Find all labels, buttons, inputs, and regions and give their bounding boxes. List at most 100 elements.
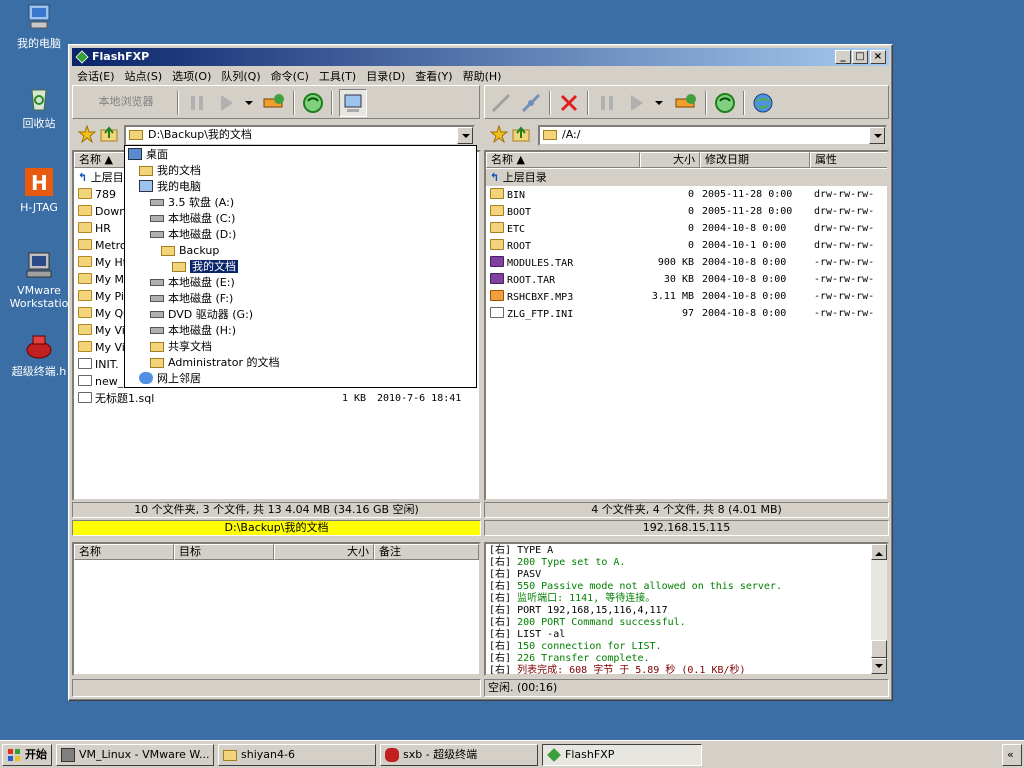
task-shiyan[interactable]: shiyan4-6 <box>218 744 376 766</box>
list-item-up[interactable]: ↰ 上层目录 <box>486 169 887 186</box>
table-row[interactable]: ETC 0 2004-10-8 0:00 drw-rw-rw- <box>486 220 887 237</box>
task-hyperterminal[interactable]: sxb - 超级终端 <box>380 744 538 766</box>
list-item[interactable]: My Ht <box>78 254 127 271</box>
dropdown-item[interactable]: Backup <box>161 243 219 259</box>
dropdown-item[interactable]: 本地磁盘 (D:) <box>150 227 236 243</box>
favorites-star-icon[interactable] <box>489 124 509 144</box>
table-row[interactable]: ROOT 0 2004-10-1 0:00 drw-rw-rw- <box>486 237 887 254</box>
title-bar[interactable]: FlashFXP _ □ × <box>72 48 889 66</box>
desktop-icon-hjtag[interactable]: H H-JTAG <box>4 166 74 214</box>
chevron-down-icon[interactable] <box>869 127 885 144</box>
menu-tools[interactable]: 工具(T) <box>314 66 361 86</box>
log-panel[interactable]: [右] TYPE A [右] 200 Type set to A. [右] PASV… <box>484 542 889 676</box>
dropdown-item[interactable]: 我的电脑 <box>139 179 201 195</box>
right-path-combo[interactable]: /A:/ <box>538 125 887 146</box>
plug-icon[interactable] <box>519 91 543 115</box>
dropdown-item[interactable]: 本地磁盘 (F:) <box>150 291 233 307</box>
list-item[interactable]: Downl <box>78 203 129 220</box>
chevron-down-icon[interactable] <box>457 127 473 144</box>
refresh-icon[interactable] <box>301 91 325 115</box>
dropdown-item[interactable]: Administrator 的文档 <box>150 355 279 371</box>
column-header-name[interactable]: 名称 ▲ <box>486 152 640 168</box>
maximize-button[interactable]: □ <box>852 50 868 64</box>
task-vmware[interactable]: VM_Linux - VMware W... <box>56 744 214 766</box>
pause-icon[interactable] <box>185 91 209 115</box>
log-scrollbar[interactable] <box>871 544 887 674</box>
desktop-icon-hyperterminal[interactable]: 超级终端.h <box>4 330 74 378</box>
menu-view[interactable]: 查看(Y) <box>410 66 457 86</box>
left-path-combo[interactable]: D:\Backup\我的文档 <box>124 125 475 146</box>
list-item[interactable]: My Vi <box>78 322 125 339</box>
menu-queue[interactable]: 队列(Q) <box>216 66 265 86</box>
column-header-attr[interactable]: 属性 <box>810 152 887 168</box>
table-row[interactable]: RSHCBXF.MP3 3.11 MB 2004-10-8 0:00 -rw-rw-r… <box>486 288 887 305</box>
dropdown-item[interactable]: 桌面 <box>128 147 168 163</box>
dropdown-item[interactable]: 3.5 软盘 (A:) <box>150 195 234 211</box>
list-item-up[interactable]: ↰ 上层目 <box>78 169 124 186</box>
tray-expand-button[interactable]: « <box>1002 744 1022 766</box>
right-file-list[interactable]: 名称 ▲ 大小 修改日期 属性 ↰ 上层目录 BIN 0 2005-11-28 0:… <box>484 150 889 501</box>
dropdown-item[interactable]: 我的文档 <box>172 259 238 275</box>
dropdown-item[interactable]: 本地磁盘 (C:) <box>150 211 235 227</box>
dropdown-item[interactable]: 我的文档 <box>139 163 201 179</box>
dropdown-item[interactable]: 共享文档 <box>150 339 212 355</box>
list-item[interactable]: My Vi <box>78 339 125 356</box>
close-button[interactable]: × <box>870 50 886 64</box>
dropdown-item[interactable]: 本地磁盘 (H:) <box>150 323 236 339</box>
path-dropdown[interactable]: 桌面 我的文档 我的电脑 3.5 软盘 (A:) 本地磁盘 (C:) 本地磁盘 (D:) B… <box>124 145 477 388</box>
menu-sites[interactable]: 站点(S) <box>120 66 168 86</box>
desktop-icon-my-computer[interactable]: 我的电脑 <box>4 2 74 50</box>
start-button[interactable]: 开始 <box>2 744 52 766</box>
parent-folder-icon[interactable] <box>512 125 530 143</box>
list-item[interactable]: HR <box>78 220 111 237</box>
table-row[interactable]: MODULES.TAR 900 KB 2004-10-8 0:00 -rw-rw-rw… <box>486 254 887 271</box>
transfer-icon[interactable] <box>625 91 649 115</box>
queue-column-target[interactable]: 目标 <box>174 544 274 560</box>
desktop-icon-vmware[interactable]: VMware Workstatio <box>4 249 74 310</box>
dropdown-item[interactable]: DVD 驱动器 (G:) <box>150 307 253 323</box>
menu-options[interactable]: 选项(O) <box>167 66 216 86</box>
queue-list[interactable]: 名称 目标 大小 备注 <box>72 542 481 676</box>
dropdown-item[interactable]: 网上邻居 <box>139 371 201 387</box>
scroll-down-button[interactable] <box>871 658 887 674</box>
connect-icon[interactable] <box>673 91 697 115</box>
list-item[interactable]: 无标题1.sql 1 KB 2010-7-6 18:41 <box>78 390 468 407</box>
table-row[interactable]: BIN 0 2005-11-28 0:00 drw-rw-rw- <box>486 186 887 203</box>
connect-icon[interactable] <box>261 91 285 115</box>
column-header-size[interactable]: 大小 <box>640 152 700 168</box>
queue-column-size[interactable]: 大小 <box>274 544 374 560</box>
dropdown-item[interactable]: 本地磁盘 (E:) <box>150 275 235 291</box>
minimize-button[interactable]: _ <box>835 50 851 64</box>
menu-commands[interactable]: 命令(C) <box>266 66 314 86</box>
list-item[interactable]: INIT. <box>78 356 119 373</box>
refresh-icon[interactable] <box>713 91 737 115</box>
task-flashfxp[interactable]: FlashFXP <box>542 744 702 766</box>
column-header-date[interactable]: 修改日期 <box>700 152 810 168</box>
desktop-icon-recycle-bin[interactable]: 回收站 <box>4 82 74 130</box>
globe-icon[interactable] <box>751 91 775 115</box>
abort-icon[interactable] <box>557 91 581 115</box>
disconnect-icon[interactable] <box>489 91 513 115</box>
scroll-thumb[interactable] <box>871 640 887 658</box>
queue-column-notes[interactable]: 备注 <box>374 544 479 560</box>
chevron-down-icon[interactable] <box>655 101 663 109</box>
transfer-icon[interactable] <box>215 91 239 115</box>
queue-column-name[interactable]: 名称 <box>74 544 174 560</box>
list-item[interactable]: My Pi <box>78 288 124 305</box>
pause-icon[interactable] <box>595 91 619 115</box>
parent-folder-icon[interactable] <box>100 125 118 143</box>
list-item[interactable]: 789 <box>78 186 116 203</box>
menu-directory[interactable]: 目录(D) <box>361 66 410 86</box>
table-row[interactable]: ZLG_FTP.INI 97 2004-10-8 0:00 -rw-rw-rw- <box>486 305 887 322</box>
list-item[interactable]: Metro <box>78 237 127 254</box>
menu-session[interactable]: 会话(E) <box>72 66 120 86</box>
local-view-button[interactable] <box>339 89 367 117</box>
table-row[interactable]: ROOT.TAR 30 KB 2004-10-8 0:00 -rw-rw-rw- <box>486 271 887 288</box>
favorites-star-icon[interactable] <box>77 124 97 144</box>
chevron-down-icon[interactable] <box>245 101 253 109</box>
list-item[interactable]: new_1 <box>78 373 130 390</box>
column-header-name[interactable]: 名称 ▲ <box>74 152 126 168</box>
scroll-up-button[interactable] <box>871 544 887 560</box>
local-browser-button[interactable]: 本地浏览器 <box>81 92 171 112</box>
table-row[interactable]: BOOT 0 2005-11-28 0:00 drw-rw-rw- <box>486 203 887 220</box>
